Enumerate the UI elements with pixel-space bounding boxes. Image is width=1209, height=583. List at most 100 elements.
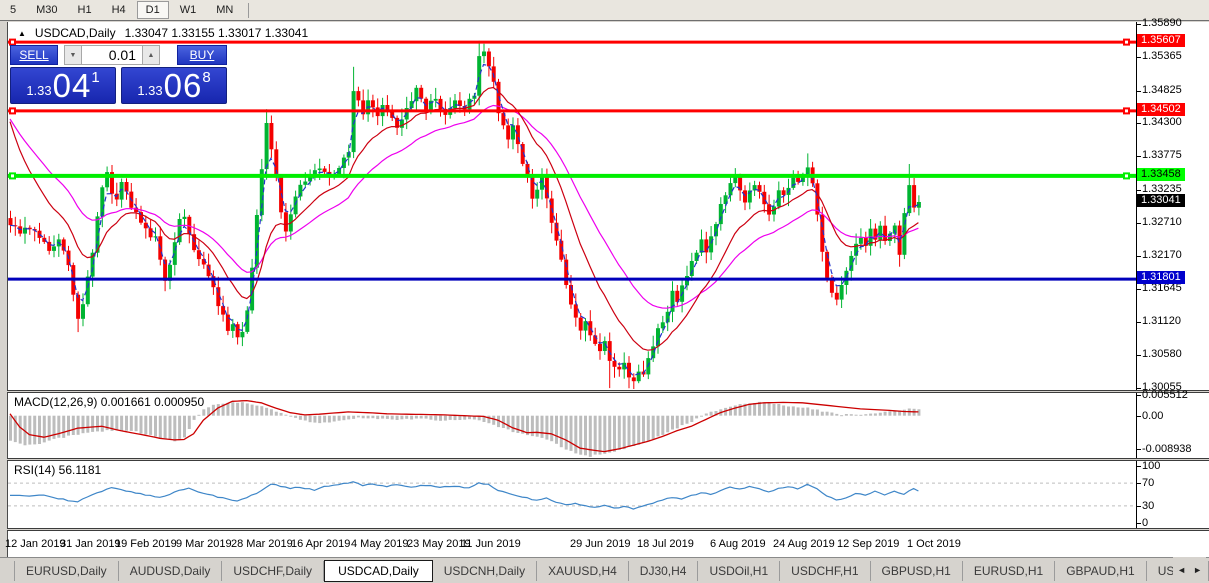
rsi-axis-tick (1136, 466, 1141, 467)
chart-tab-usdoil-h1[interactable]: USDOil,H1 (698, 561, 780, 581)
macd-axis-tick (1136, 395, 1141, 396)
tab-scroll-arrows: ◄ ► (1173, 557, 1206, 583)
price-axis-tick-label: 1.35890 (1142, 17, 1182, 29)
collapse-triangle-icon[interactable]: ▲ (18, 29, 26, 38)
price-axis-tick (1136, 322, 1141, 323)
price-level-badge: 1.35607 (1137, 34, 1185, 47)
tab-scroll-left-icon[interactable]: ◄ (1177, 565, 1186, 575)
price-axis-tick-label: 1.35365 (1142, 50, 1182, 62)
trade-panel-controls: SELL ▼ 0.01 ▲ BUY (10, 45, 227, 65)
sell-price-sup: 1 (91, 69, 99, 86)
rsi-axis-tick-label: 0 (1142, 517, 1148, 529)
date-label: 18 Jul 2019 (637, 538, 694, 550)
price-axis-tick-label: 1.34825 (1142, 84, 1182, 96)
date-label: 1 Oct 2019 (907, 538, 961, 550)
buy-button[interactable]: BUY (177, 45, 227, 65)
price-level-badge: 1.33458 (1137, 168, 1185, 181)
chart-tab-usdchf-daily[interactable]: USDCHF,Daily (222, 561, 324, 581)
date-axis-separator (7, 528, 1209, 531)
price-axis-tick (1136, 256, 1141, 257)
date-label: 31 Jan 2019 (60, 538, 121, 550)
macd-axis-tick-label: 0.005512 (1142, 389, 1188, 401)
rsi-axis-tick (1136, 523, 1141, 524)
chart-title: ▲ USDCAD,Daily 1.33047 1.33155 1.33017 1… (18, 26, 308, 40)
date-label: 12 Jan 2019 (5, 538, 66, 550)
rsi-indicator-label: RSI(14) 56.1181 (14, 463, 101, 477)
rsi-axis-tick-label: 30 (1142, 500, 1154, 512)
price-level-badge: 1.34502 (1137, 103, 1185, 116)
chart-tab-audusd-daily[interactable]: AUDUSD,Daily (119, 561, 223, 581)
buy-price-box[interactable]: 1.33 06 8 (121, 67, 227, 104)
chart-tab-eurusd-h1[interactable]: EURUSD,H1 (963, 561, 1055, 581)
price-axis-tick (1136, 355, 1141, 356)
price-axis-tick-label: 1.30580 (1142, 348, 1182, 360)
spin-down-icon: ▼ (70, 52, 77, 59)
rsi-axis-tick-label: 100 (1142, 460, 1160, 472)
sell-price-prefix: 1.33 (26, 83, 51, 98)
price-axis-tick (1136, 91, 1141, 92)
price-axis-tick-label: 1.32710 (1142, 216, 1182, 228)
price-axis-tick (1136, 156, 1141, 157)
trade-panel-prices: 1.33 04 1 1.33 06 8 (10, 67, 227, 104)
macd-axis-tick-label: -0.008938 (1142, 443, 1192, 455)
chart-tab-usdcad-daily[interactable]: USDCAD,Daily (324, 560, 433, 582)
price-axis-tick-label: 1.32170 (1142, 249, 1182, 261)
price-axis-tick (1136, 123, 1141, 124)
rsi-axis-tick-label: 70 (1142, 477, 1154, 489)
chart-tab-usdcnh-daily[interactable]: USDCNH,Daily (433, 561, 537, 581)
rsi-axis-tick (1136, 506, 1141, 507)
date-label: 12 Sep 2019 (837, 538, 899, 550)
macd-axis-tick (1136, 416, 1141, 417)
macd-axis-tick-label: 0.00 (1142, 410, 1163, 422)
macd-panel-separator[interactable] (7, 390, 1209, 393)
buy-price-big: 06 (164, 71, 203, 101)
chart-tab-dj30-h4[interactable]: DJ30,H4 (629, 561, 699, 581)
sell-button[interactable]: SELL (10, 45, 58, 65)
price-axis-tick-label: 1.33775 (1142, 149, 1182, 161)
date-label: 28 Mar 2019 (231, 538, 293, 550)
chart-tab-eurusd-daily[interactable]: EURUSD,Daily (14, 561, 119, 581)
current-price-badge: 1.33041 (1137, 194, 1185, 207)
rsi-axis-tick (1136, 483, 1141, 484)
mt4-trading-terminal: { "toolbar": { "timeframes": [ {"label":… (0, 0, 1209, 583)
date-label: 6 Aug 2019 (710, 538, 766, 550)
rsi-panel-separator[interactable] (7, 458, 1209, 461)
price-axis-tick (1136, 388, 1141, 389)
chart-tab-gbpaud-h1[interactable]: GBPAUD,H1 (1055, 561, 1146, 581)
buy-price-sup: 8 (202, 69, 210, 86)
macd-indicator-label: MACD(12,26,9) 0.001661 0.000950 (14, 395, 204, 409)
price-axis-tick (1136, 223, 1141, 224)
spin-up-icon: ▲ (148, 52, 155, 59)
tab-scroll-right-icon[interactable]: ► (1193, 565, 1202, 575)
one-click-trade-panel: SELL ▼ 0.01 ▲ BUY 1.33 04 1 1.33 06 8 (10, 45, 227, 104)
date-label: 29 Jun 2019 (570, 538, 631, 550)
sell-price-box[interactable]: 1.33 04 1 (10, 67, 116, 104)
volume-input[interactable]: 0.01 (82, 45, 142, 65)
chart-tab-usdchf-h1[interactable]: USDCHF,H1 (780, 561, 870, 581)
chart-symbol-label: USDCAD,Daily (35, 26, 116, 40)
price-axis-tick-label: 1.31120 (1142, 315, 1181, 327)
volume-decrease-button[interactable]: ▼ (64, 45, 82, 65)
rsi-line (10, 482, 918, 509)
chart-tab-xauusd-h4[interactable]: XAUUSD,H4 (537, 561, 629, 581)
price-axis-tick (1136, 57, 1141, 58)
volume-increase-button[interactable]: ▲ (142, 45, 160, 65)
sell-price-big: 04 (53, 71, 92, 101)
date-label: 24 Aug 2019 (773, 538, 835, 550)
date-label: 16 Apr 2019 (291, 538, 350, 550)
date-label: 9 Mar 2019 (176, 538, 232, 550)
price-axis-tick (1136, 289, 1141, 290)
price-axis-tick (1136, 24, 1141, 25)
chart-tab-gbpusd-h1[interactable]: GBPUSD,H1 (871, 561, 963, 581)
chart-left-border (7, 22, 8, 557)
chart-tab-bar: EURUSD,DailyAUDUSD,DailyUSDCHF,DailyUSDC… (0, 557, 1209, 583)
chart-ohlc-quotes: 1.33047 1.33155 1.33017 1.33041 (125, 26, 309, 40)
date-label: 19 Feb 2019 (115, 538, 177, 550)
price-axis-tick-label: 1.34300 (1142, 116, 1182, 128)
chart-tabs: EURUSD,DailyAUDUSD,DailyUSDCHF,DailyUSDC… (14, 560, 1209, 582)
price-level-badge: 1.31801 (1137, 271, 1185, 284)
price-axis-tick (1136, 190, 1141, 191)
buy-price-prefix: 1.33 (137, 83, 162, 98)
macd-histogram (9, 402, 920, 457)
date-label: 11 Jun 2019 (461, 538, 521, 550)
